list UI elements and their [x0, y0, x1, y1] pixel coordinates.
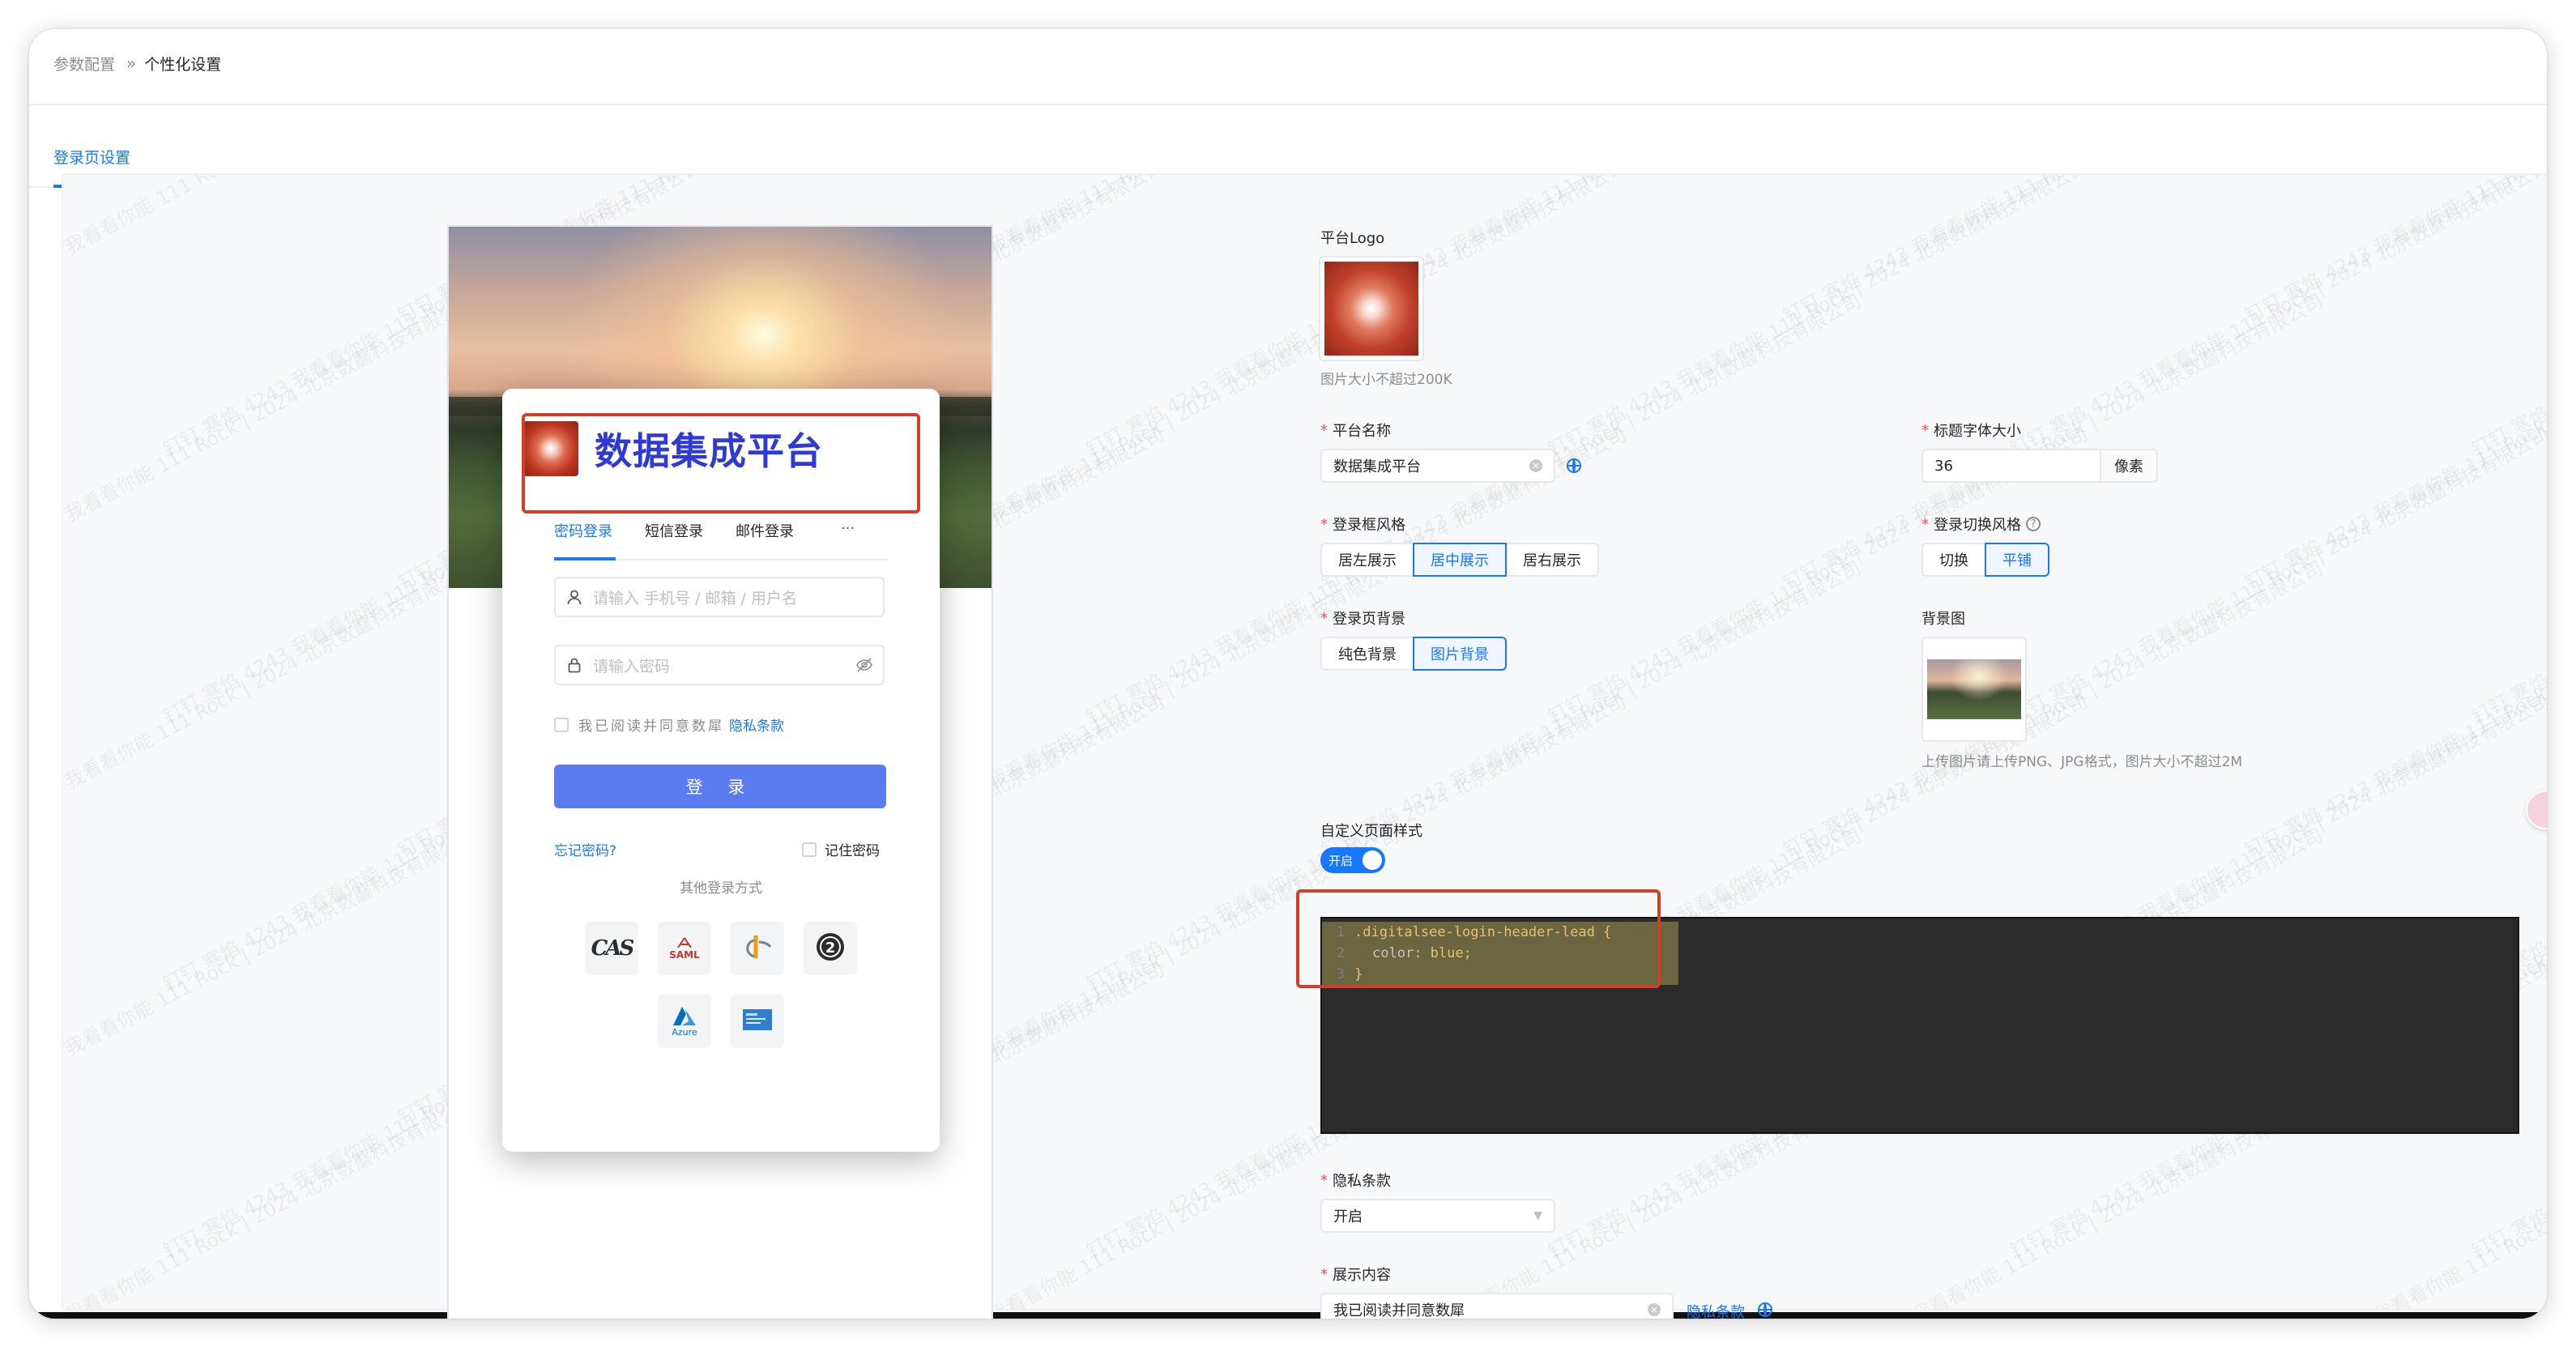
login-background-segmented: 纯色背景 图片背景 [1320, 637, 1507, 671]
privacy-policy-label-text: 隐私条款 [1333, 1173, 1391, 1190]
login-switch-style-segmented: 切换 平铺 [1921, 543, 2049, 577]
logo-hint: 图片大小不超过200K [1320, 372, 1452, 388]
option-align-center[interactable]: 居中展示 [1413, 543, 1507, 577]
login-box-style-segmented: 居左展示 居中展示 居右展示 [1320, 543, 1599, 577]
font-size-unit: 像素 [2101, 449, 2158, 483]
option-tile[interactable]: 平铺 [1985, 543, 2049, 577]
option-align-left[interactable]: 居左展示 [1320, 543, 1414, 577]
display-content-input[interactable]: 我已阅读并同意数犀 ✕ [1320, 1293, 1674, 1319]
option-align-right[interactable]: 居右展示 [1505, 543, 1599, 577]
platform-name-value: 数据集成平台 [1333, 458, 1421, 475]
logo-label: 平台Logo [1320, 227, 1384, 248]
title-font-size-input[interactable]: 36 [1921, 449, 2101, 483]
platform-name-label-text: 平台名称 [1333, 423, 1391, 440]
globe-icon[interactable] [1567, 458, 1581, 473]
custom-style-toggle[interactable]: 开启 [1320, 847, 1385, 873]
required-mark: * [1320, 609, 1328, 627]
login-switch-style-label-text: 登录切换风格 [1934, 517, 2021, 534]
login-switch-style-label: * 登录切换风格 ? [1921, 514, 2041, 535]
title-font-size-label-text: 标题字体大小 [1934, 423, 2021, 440]
privacy-policy-link[interactable]: 隐私条款 [1687, 1301, 1745, 1319]
required-mark: * [1320, 515, 1328, 533]
logo-upload[interactable] [1319, 256, 1424, 361]
platform-name-label: * 平台名称 [1320, 420, 1391, 441]
privacy-policy-select[interactable]: 开启 ▼ [1320, 1199, 1555, 1233]
toggle-knob [1363, 850, 1382, 870]
window-bottom-edge [29, 1312, 2547, 1319]
clear-icon[interactable]: ✕ [1648, 1303, 1661, 1316]
login-box-style-label: * 登录框风格 [1320, 514, 1405, 535]
settings-content: 钉钉 寒焰 4243 我看看你能 111 Rock | 2024 北京数蘑科技有… [62, 173, 2547, 1319]
background-image-hint: 上传图片请上传PNG、JPG格式，图片大小不超过2M [1921, 754, 2243, 770]
title-font-size-label: * 标题字体大小 [1921, 420, 2021, 441]
breadcrumb-separator-icon: » [126, 53, 136, 73]
breadcrumb: 参数配置 » 个性化设置 [53, 40, 221, 86]
display-content-label: * 展示内容 [1320, 1264, 1391, 1285]
settings-form: 平台Logo 图片大小不超过200K * 平台名称 数据集成平台 ✕ * 标题字… [63, 175, 2547, 1319]
tab-login-page-settings[interactable]: 登录页设置 [53, 146, 130, 168]
login-box-style-label-text: 登录框风格 [1333, 517, 1405, 534]
header-divider [29, 104, 2547, 105]
logo-image [1324, 262, 1418, 356]
background-image-upload[interactable] [1921, 637, 2027, 742]
background-image-label-text: 背景图 [1921, 611, 1965, 628]
clear-icon[interactable]: ✕ [1529, 459, 1542, 472]
display-content-value: 我已阅读并同意数犀 [1333, 1302, 1465, 1319]
custom-style-label: 自定义页面样式 [1320, 820, 1422, 841]
globe-icon[interactable] [1758, 1302, 1772, 1317]
logo-label-text: 平台Logo [1320, 230, 1385, 247]
help-icon[interactable]: ? [2026, 517, 2041, 531]
login-background-label-text: 登录页背景 [1333, 611, 1405, 628]
login-background-label: * 登录页背景 [1320, 607, 1405, 629]
background-image-label: 背景图 [1921, 607, 1965, 629]
toggle-label: 开启 [1329, 853, 1354, 868]
custom-style-label-text: 自定义页面样式 [1320, 823, 1422, 840]
required-mark: * [1921, 515, 1929, 533]
required-mark: * [1320, 421, 1328, 439]
display-content-label-text: 展示内容 [1333, 1267, 1391, 1284]
breadcrumb-current: 个性化设置 [144, 55, 222, 74]
code-highlight-box [1296, 889, 1661, 988]
privacy-policy-value: 开启 [1333, 1208, 1363, 1225]
breadcrumb-root[interactable]: 参数配置 [53, 53, 115, 75]
title-font-size-value: 36 [1934, 457, 1953, 475]
required-mark: * [1921, 421, 1929, 439]
option-solid-background[interactable]: 纯色背景 [1320, 637, 1414, 671]
background-image-thumbnail [1927, 659, 2021, 719]
platform-name-input[interactable]: 数据集成平台 ✕ [1320, 449, 1555, 483]
required-mark: * [1320, 1171, 1328, 1189]
app-window: 参数配置 » 个性化设置 登录页设置 钉钉 寒焰 4243 我看看你能 111 … [29, 29, 2547, 1319]
privacy-policy-label: * 隐私条款 [1320, 1170, 1391, 1191]
option-image-background[interactable]: 图片背景 [1413, 637, 1507, 671]
required-mark: * [1320, 1265, 1328, 1283]
chevron-down-icon: ▼ [1533, 1209, 1542, 1222]
option-switch[interactable]: 切换 [1921, 543, 1986, 577]
